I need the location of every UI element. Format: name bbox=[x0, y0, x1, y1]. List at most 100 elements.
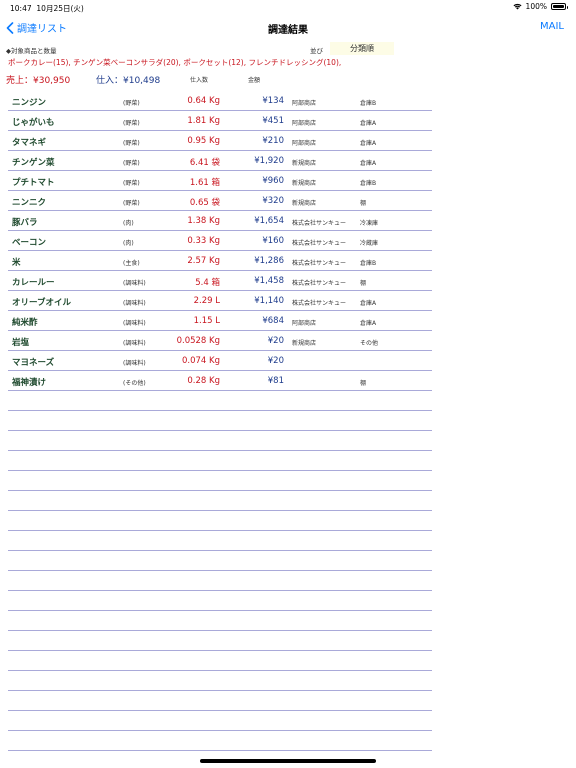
empty-table-row bbox=[8, 611, 432, 631]
table-row[interactable]: 純米酢 (調味料) 1.15 L ¥684 阿部商店 倉庫A bbox=[8, 311, 432, 331]
item-name: オリーブオイル bbox=[12, 298, 71, 308]
item-name: カレールー bbox=[12, 278, 55, 288]
status-right: 100% bbox=[513, 2, 568, 11]
item-amount: ¥320 bbox=[262, 196, 284, 206]
table-row[interactable]: じゃがいも (野菜) 1.81 Kg ¥451 阿部商店 倉庫A bbox=[8, 111, 432, 131]
empty-table-row bbox=[8, 451, 432, 471]
empty-table-row bbox=[8, 651, 432, 671]
item-quantity: 1.15 L bbox=[193, 316, 220, 326]
item-category: (野菜) bbox=[123, 160, 140, 167]
item-name: タマネギ bbox=[12, 138, 47, 148]
item-category: (野菜) bbox=[123, 200, 140, 207]
item-amount: ¥451 bbox=[262, 116, 284, 126]
empty-table-row bbox=[8, 711, 432, 731]
item-quantity: 2.29 L bbox=[193, 296, 220, 306]
empty-table-row bbox=[8, 551, 432, 571]
item-location: 棚 bbox=[360, 380, 367, 387]
table-row[interactable]: ニンニク (野菜) 0.65 袋 ¥320 新規商店 棚 bbox=[8, 191, 432, 211]
item-supplier: 新規商店 bbox=[292, 340, 317, 347]
item-supplier: 阿部商店 bbox=[292, 140, 317, 147]
item-category: (調味料) bbox=[123, 320, 146, 327]
table-row[interactable]: 福神漬け (その他) 0.28 Kg ¥81 棚 bbox=[8, 371, 432, 391]
empty-table-row bbox=[8, 511, 432, 531]
target-products-text: ポークカレー(15), チンゲン菜ベーコンサラダ(20), ポークセット(12)… bbox=[8, 58, 342, 67]
table-row[interactable]: 米 (主食) 2.57 Kg ¥1,286 株式会社サンキュー 倉庫B bbox=[8, 251, 432, 271]
empty-table-row bbox=[8, 591, 432, 611]
home-indicator bbox=[200, 759, 376, 763]
table-row[interactable]: オリーブオイル (調味料) 2.29 L ¥1,140 株式会社サンキュー 倉庫A bbox=[8, 291, 432, 311]
item-category: (主食) bbox=[123, 260, 140, 267]
item-category: (野菜) bbox=[123, 140, 140, 147]
item-category: (調味料) bbox=[123, 340, 146, 347]
empty-table-row bbox=[8, 571, 432, 591]
header-quantity: 仕入数 bbox=[190, 77, 209, 84]
item-supplier: 株式会社サンキュー bbox=[292, 280, 347, 287]
item-name: 福神漬け bbox=[12, 378, 47, 388]
empty-table-row bbox=[8, 671, 432, 691]
empty-table-row bbox=[8, 391, 432, 411]
empty-table-row bbox=[8, 471, 432, 491]
item-amount: ¥210 bbox=[262, 136, 284, 146]
item-category: (調味料) bbox=[123, 280, 146, 287]
item-supplier: 阿部商店 bbox=[292, 320, 317, 327]
empty-table-row bbox=[8, 731, 432, 751]
item-name: 純米酢 bbox=[12, 318, 38, 328]
item-quantity: 6.41 袋 bbox=[189, 158, 220, 168]
sort-selector[interactable]: 分類順 bbox=[330, 42, 394, 55]
item-quantity: 0.64 Kg bbox=[187, 96, 220, 106]
item-supplier: 新規商店 bbox=[292, 160, 317, 167]
table-row[interactable]: ニンジン (野菜) 0.64 Kg ¥134 阿部商店 倉庫B bbox=[8, 91, 432, 111]
item-amount: ¥81 bbox=[267, 376, 284, 386]
mail-button[interactable]: MAIL bbox=[540, 21, 564, 32]
table-row[interactable]: ベーコン (肉) 0.33 Kg ¥160 株式会社サンキュー 冷蔵庫 bbox=[8, 231, 432, 251]
item-name: 豚バラ bbox=[12, 218, 38, 228]
item-supplier: 新規商店 bbox=[292, 180, 317, 187]
item-location: その他 bbox=[360, 340, 379, 347]
battery-icon bbox=[551, 3, 568, 10]
item-quantity: 1.61 箱 bbox=[189, 178, 220, 188]
item-supplier: 株式会社サンキュー bbox=[292, 300, 347, 307]
battery-percent: 100% bbox=[525, 2, 547, 11]
status-bar: 10:47 10月25日(火) 100% bbox=[0, 0, 576, 14]
table-row[interactable]: プチトマト (野菜) 1.61 箱 ¥960 新規商店 倉庫B bbox=[8, 171, 432, 191]
item-quantity: 0.33 Kg bbox=[187, 236, 220, 246]
empty-table-row bbox=[8, 491, 432, 511]
item-amount: ¥960 bbox=[262, 176, 284, 186]
table-row[interactable]: マヨネーズ (調味料) 0.074 Kg ¥20 bbox=[8, 351, 432, 371]
item-location: 棚 bbox=[360, 280, 367, 287]
item-amount: ¥134 bbox=[262, 96, 284, 106]
item-amount: ¥1,654 bbox=[254, 216, 284, 226]
item-supplier: 株式会社サンキュー bbox=[292, 220, 347, 227]
empty-table-row bbox=[8, 531, 432, 551]
item-category: (調味料) bbox=[123, 360, 146, 367]
table-row[interactable]: カレールー (調味料) 5.4 箱 ¥1,458 株式会社サンキュー 棚 bbox=[8, 271, 432, 291]
table-row[interactable]: チンゲン菜 (野菜) 6.41 袋 ¥1,920 新規商店 倉庫A bbox=[8, 151, 432, 171]
item-amount: ¥684 bbox=[262, 316, 284, 326]
item-category: (肉) bbox=[123, 220, 134, 227]
item-supplier: 株式会社サンキュー bbox=[292, 240, 347, 247]
wifi-icon bbox=[513, 3, 522, 10]
item-name: 岩塩 bbox=[12, 338, 30, 348]
item-location: 倉庫A bbox=[360, 160, 377, 167]
table-row[interactable]: 豚バラ (肉) 1.38 Kg ¥1,654 株式会社サンキュー 冷凍庫 bbox=[8, 211, 432, 231]
purchase-total: 仕入：¥10,498 bbox=[96, 76, 161, 86]
item-name: ベーコン bbox=[12, 238, 47, 248]
item-location: 倉庫B bbox=[360, 100, 377, 107]
empty-table-row bbox=[8, 631, 432, 651]
sort-label: 並び bbox=[310, 47, 323, 55]
item-quantity: 0.074 Kg bbox=[181, 356, 220, 366]
target-products-label: ◆対象商品と数量 bbox=[6, 47, 57, 55]
item-category: (肉) bbox=[123, 240, 134, 247]
item-location: 倉庫A bbox=[360, 120, 377, 127]
item-category: (野菜) bbox=[123, 180, 140, 187]
table-row[interactable]: タマネギ (野菜) 0.95 Kg ¥210 阿部商店 倉庫A bbox=[8, 131, 432, 151]
page-title: 調達結果 bbox=[268, 25, 308, 36]
item-location: 倉庫B bbox=[360, 180, 377, 187]
item-quantity: 5.4 箱 bbox=[195, 278, 220, 288]
item-category: (その他) bbox=[123, 380, 146, 387]
item-amount: ¥160 bbox=[262, 236, 284, 246]
item-name: 米 bbox=[12, 258, 21, 268]
item-quantity: 0.95 Kg bbox=[187, 136, 220, 146]
table-row[interactable]: 岩塩 (調味料) 0.0528 Kg ¥20 新規商店 その他 bbox=[8, 331, 432, 351]
item-amount: ¥20 bbox=[267, 336, 284, 346]
